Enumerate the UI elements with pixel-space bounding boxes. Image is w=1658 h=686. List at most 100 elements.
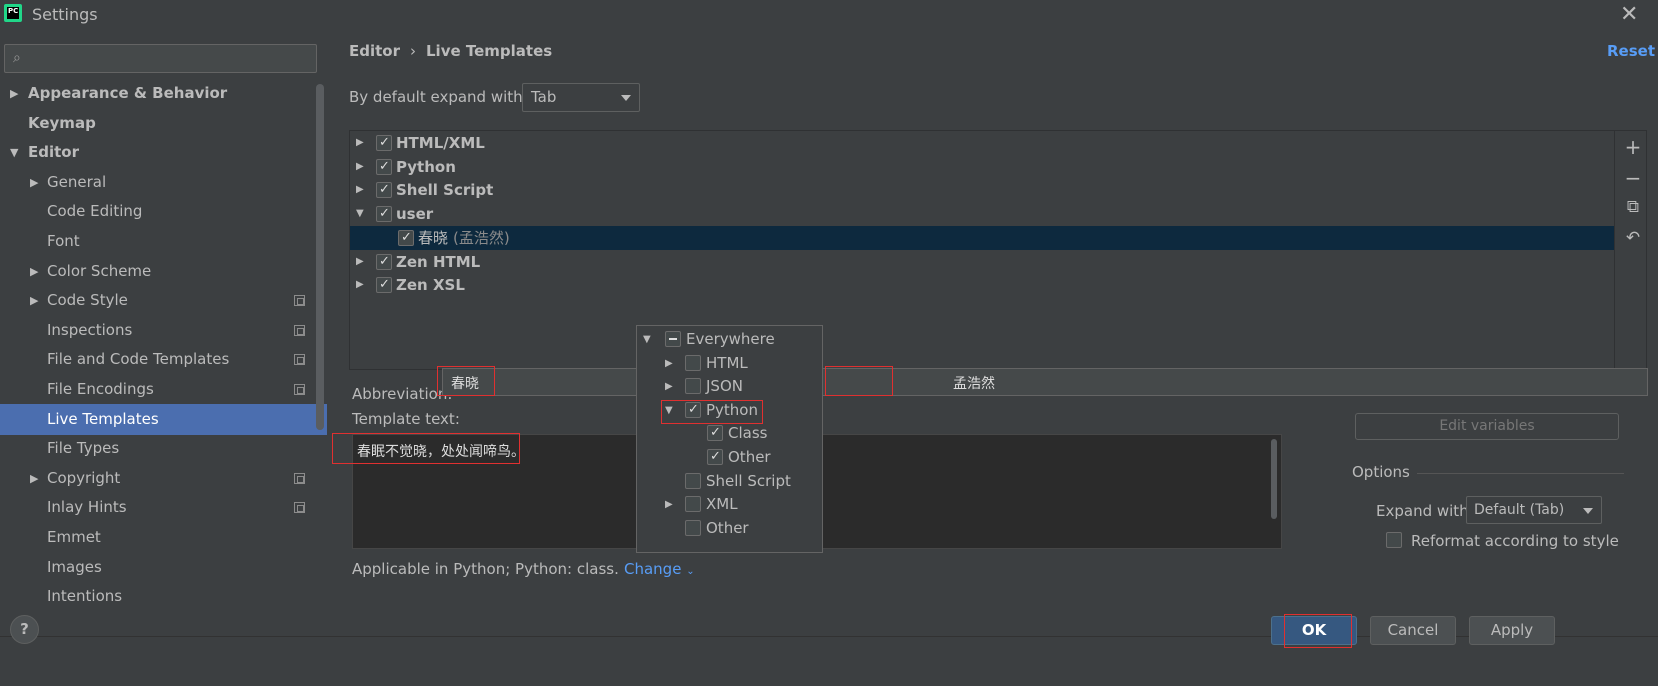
context-checkbox[interactable] <box>685 472 701 489</box>
sidebar-item[interactable]: Intentions <box>0 581 327 612</box>
context-row[interactable]: Other <box>637 445 822 469</box>
context-row[interactable]: ▼ Everywhere <box>637 328 822 351</box>
sidebar-item-label: Live Templates <box>47 409 159 428</box>
sidebar-item[interactable]: ▶ Appearance & Behavior <box>0 78 327 109</box>
chevron-right-icon[interactable]: ▶ <box>356 273 364 297</box>
project-scope-icon <box>294 502 305 514</box>
expand-with-select[interactable]: Tab <box>522 83 640 112</box>
search-input[interactable] <box>35 48 305 69</box>
sidebar-item[interactable]: File Types <box>0 433 327 464</box>
cancel-button[interactable]: Cancel <box>1370 616 1456 645</box>
context-row-label: Other <box>706 518 749 537</box>
sidebar-item[interactable]: File and Code Templates <box>0 344 327 375</box>
context-row[interactable]: Other <box>637 517 822 540</box>
abbreviation-row[interactable]: 春晓 孟浩然 <box>442 368 1648 396</box>
tree-row[interactable]: ▶ HTML/XML <box>350 131 1614 155</box>
sidebar-scrollbar[interactable] <box>316 84 324 430</box>
context-checkbox[interactable] <box>685 496 701 513</box>
chevron-down-icon[interactable]: ▼ <box>356 202 364 226</box>
tree-row[interactable]: ▶ Zen HTML <box>350 250 1614 274</box>
restore-icon[interactable]: ↶ <box>1623 228 1643 248</box>
tree-checkbox[interactable] <box>376 131 392 155</box>
sidebar-item[interactable]: Images <box>0 552 327 583</box>
sidebar-item[interactable]: Live Templates <box>0 403 327 435</box>
sidebar-item[interactable]: ▼ Editor <box>0 137 327 168</box>
context-checkbox[interactable] <box>707 445 723 468</box>
chevron-right-icon[interactable]: ▶ <box>665 352 673 375</box>
chevron-right-icon[interactable]: ▶ <box>356 178 364 202</box>
chevron-down-icon[interactable]: ▼ <box>643 328 651 351</box>
description-input[interactable]: 孟浩然 <box>953 373 995 393</box>
tree-checkbox[interactable] <box>376 178 392 202</box>
tree-row[interactable]: 春晓(孟浩然) <box>350 225 1614 250</box>
tree-row[interactable]: ▶ Shell Script <box>350 178 1614 202</box>
add-icon[interactable]: + <box>1623 135 1643 159</box>
sidebar-item[interactable]: ▶ General <box>0 167 327 198</box>
tree-row[interactable]: ▼ user <box>350 202 1614 226</box>
chevron-right-icon[interactable]: ▶ <box>665 493 673 516</box>
sidebar-item[interactable]: Keymap <box>0 108 327 139</box>
expand-with-label: By default expand with <box>349 88 523 106</box>
chevron-right-icon[interactable]: ▶ <box>356 155 364 179</box>
context-row-label: HTML <box>706 353 748 372</box>
apply-button[interactable]: Apply <box>1469 616 1555 645</box>
context-row[interactable]: Class <box>637 421 822 445</box>
help-button[interactable]: ? <box>10 615 39 644</box>
sidebar-item[interactable]: Inspections <box>0 315 327 346</box>
context-row[interactable]: ▶ JSON <box>637 375 822 398</box>
search-field[interactable]: ⌕ <box>4 44 317 73</box>
reset-link[interactable]: Reset <box>1607 42 1655 60</box>
close-icon[interactable]: ✕ <box>1620 2 1638 27</box>
chevron-right-icon[interactable]: ▶ <box>356 131 364 155</box>
window-title: Settings <box>32 5 98 24</box>
context-checkbox[interactable] <box>685 519 701 536</box>
chevron-right-icon[interactable]: ▶ <box>30 285 38 316</box>
change-link-label: Change <box>624 560 682 578</box>
edit-variables-button[interactable]: Edit variables <box>1355 413 1619 440</box>
tree-row-label: user <box>396 202 433 226</box>
chevron-down-icon[interactable]: ▼ <box>10 137 18 168</box>
sidebar-item[interactable]: ▶ Code Style <box>0 285 327 316</box>
context-row[interactable]: Shell Script <box>637 470 822 493</box>
project-scope-icon <box>294 324 305 336</box>
context-checkbox[interactable] <box>665 331 681 347</box>
breadcrumb-item[interactable]: Editor <box>349 42 400 60</box>
breadcrumb-separator: › <box>410 42 416 60</box>
chevron-right-icon[interactable]: ▶ <box>665 375 673 398</box>
sidebar-item[interactable]: File Encodings <box>0 374 327 405</box>
sidebar-item[interactable]: Font <box>0 226 327 257</box>
options-expand-label: Expand with <box>1376 502 1469 520</box>
tree-row[interactable]: ▶ Zen XSL <box>350 273 1614 297</box>
tree-checkbox[interactable] <box>376 250 392 274</box>
options-expand-select[interactable]: Default (Tab) <box>1466 496 1602 524</box>
editor-scrollbar[interactable] <box>1271 439 1277 519</box>
context-row[interactable]: ▶ HTML <box>637 352 822 375</box>
reformat-checkbox[interactable] <box>1386 532 1402 548</box>
chevron-right-icon[interactable]: ▶ <box>356 250 364 274</box>
chevron-right-icon[interactable]: ▶ <box>30 256 38 287</box>
tree-checkbox[interactable] <box>376 155 392 179</box>
sidebar-item[interactable]: ▶ Copyright <box>0 463 327 494</box>
sidebar-item[interactable]: Inlay Hints <box>0 492 327 523</box>
tree-checkbox[interactable] <box>398 226 414 250</box>
tree-checkbox[interactable] <box>376 273 392 297</box>
sidebar-item[interactable]: Code Editing <box>0 196 327 227</box>
context-checkbox[interactable] <box>685 378 701 395</box>
context-checkbox[interactable] <box>707 421 723 444</box>
context-row[interactable]: ▶ XML <box>637 493 822 516</box>
sidebar-item[interactable]: ▶ Color Scheme <box>0 256 327 287</box>
sidebar-item-label: Appearance & Behavior <box>28 84 228 102</box>
tree-checkbox[interactable] <box>376 202 392 226</box>
chevron-right-icon[interactable]: ▶ <box>10 78 18 109</box>
tree-row-name: Zen XSL <box>396 276 465 295</box>
tree-row[interactable]: ▶ Python <box>350 155 1614 179</box>
template-text-label: Template text: <box>352 410 460 428</box>
chevron-right-icon[interactable]: ▶ <box>30 167 38 198</box>
chevron-right-icon[interactable]: ▶ <box>30 463 38 494</box>
remove-icon[interactable]: − <box>1623 166 1643 190</box>
copy-icon[interactable]: ⧉ <box>1623 197 1643 217</box>
sidebar-item[interactable]: Emmet <box>0 522 327 553</box>
context-row-label: Shell Script <box>706 471 791 490</box>
context-checkbox[interactable] <box>685 354 701 371</box>
change-link[interactable]: Change ⌄ <box>624 560 695 578</box>
